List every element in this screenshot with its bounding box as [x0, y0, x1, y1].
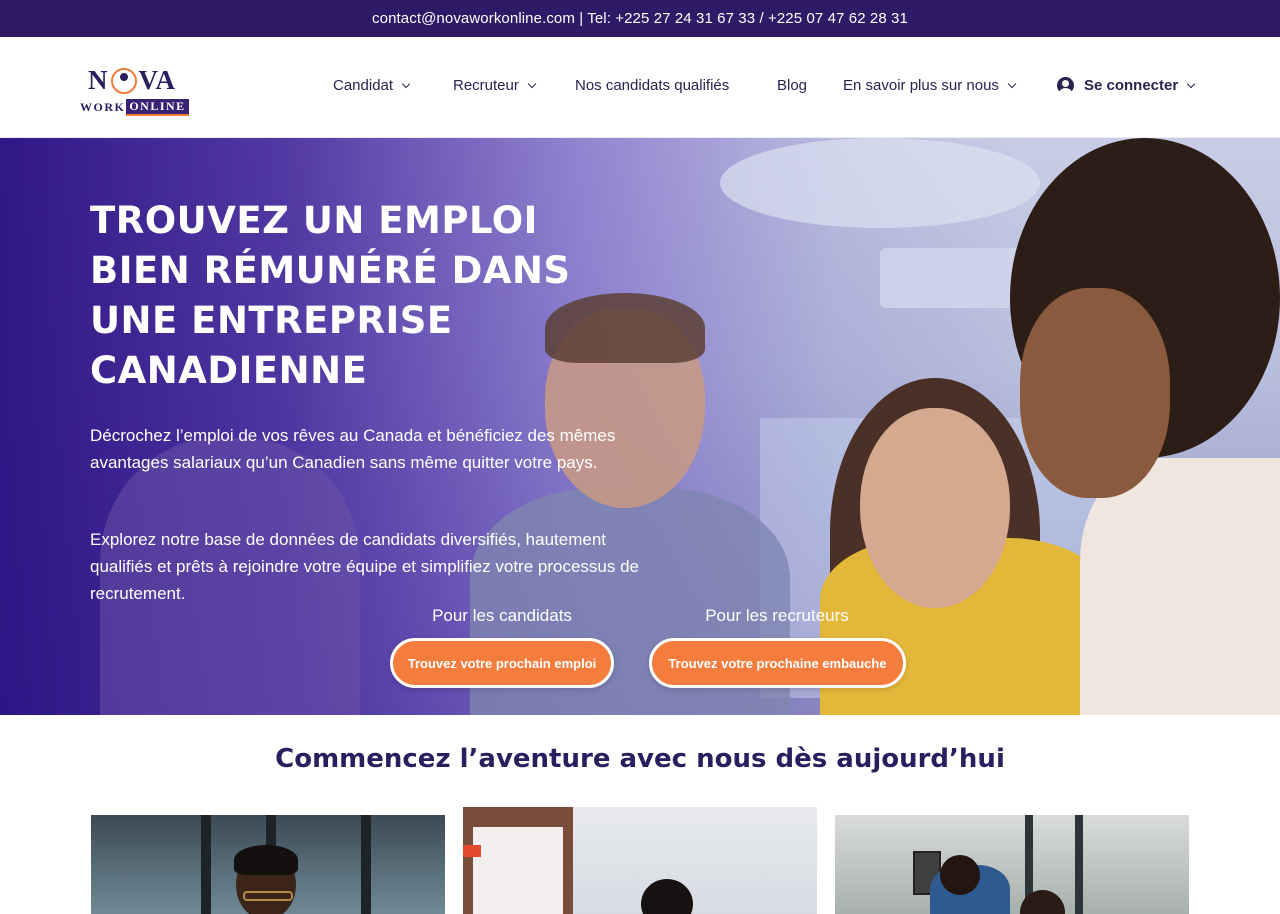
logo-letter-n: N — [88, 65, 109, 95]
hero-photo-ceiling-lamp — [720, 138, 1040, 228]
chevron-down-icon — [401, 79, 411, 88]
logo-subline: WORK ONLINE — [80, 99, 189, 116]
nav-candidat-label: Candidat — [333, 77, 394, 94]
contact-info: contact@novaworkonline.com | Tel: +225 2… — [372, 10, 908, 27]
nav-candidat[interactable]: Candidat — [333, 77, 411, 94]
hero-paragraph-candidates: Décrochez l’emploi de vos rêves au Canad… — [90, 426, 616, 472]
card-image-recruiter[interactable] — [463, 807, 817, 914]
nav-about[interactable]: En savoir plus sur nous — [843, 77, 1017, 94]
nav-blog-label: Blog — [777, 77, 808, 94]
login-button[interactable]: Se connecter — [1057, 77, 1196, 94]
nav-recruteur[interactable]: Recruteur — [453, 77, 537, 94]
cta-recruiters-label: Pour les recruteurs — [705, 606, 849, 625]
chevron-down-icon — [1007, 79, 1017, 88]
login-label: Se connecter — [1084, 77, 1179, 94]
section-title: Commencez l’aventure avec nous dès aujou… — [275, 744, 1005, 774]
card3-window-frame — [1075, 815, 1083, 914]
card-image-candidate[interactable] — [91, 815, 445, 914]
logo-letters-va: VA — [138, 65, 177, 95]
hero-title: TROUVEZ UN EMPLOI BIEN RÉMUNÉRÉ DANS UNE… — [90, 199, 571, 392]
card1-person-hair — [234, 845, 298, 875]
nav-candidats-qualifies-label: Nos candidats qualifiés — [575, 77, 730, 94]
card-image-team[interactable] — [835, 815, 1189, 914]
find-hire-button[interactable]: Trouvez votre prochaine embauche — [649, 638, 906, 688]
hero-photo-woman-face — [860, 408, 1010, 608]
user-circle-icon — [1057, 77, 1074, 94]
logo-online: ONLINE — [126, 99, 189, 116]
card1-window-frame — [361, 815, 371, 914]
cta-candidates-label: Pour les candidats — [432, 606, 572, 625]
card2-person-head — [641, 879, 693, 914]
card3-person-head — [940, 855, 980, 895]
site-header: N VA WORK ONLINE Candidat Recruteur Nos c… — [0, 37, 1280, 138]
card1-window-frame — [201, 815, 211, 914]
nav-recruteur-label: Recruteur — [453, 77, 519, 94]
chevron-down-icon — [527, 79, 537, 88]
card2-door-panel — [473, 827, 563, 914]
logo[interactable]: N VA WORK ONLINE — [80, 59, 195, 117]
card2-sign — [463, 845, 481, 857]
hero-content: TROUVEZ UN EMPLOI BIEN RÉMUNÉRÉ DANS UNE… — [90, 196, 650, 603]
logo-wordmark: N VA — [88, 65, 176, 96]
nav-blog[interactable]: Blog — [777, 77, 807, 94]
card1-glasses — [243, 891, 293, 901]
nav-about-label: En savoir plus sur nous — [843, 77, 999, 94]
hero-banner: TROUVEZ UN EMPLOI BIEN RÉMUNÉRÉ DANS UNE… — [0, 138, 1280, 715]
nav-candidats-qualifies[interactable]: Nos candidats qualifiés — [575, 77, 729, 94]
logo-person-icon — [110, 68, 137, 94]
logo-work: WORK — [80, 100, 126, 114]
contact-bar: contact@novaworkonline.com | Tel: +225 2… — [0, 0, 1280, 37]
hero-paragraph-recruiters: Explorez notre base de données de candid… — [90, 530, 640, 603]
find-job-button[interactable]: Trouvez votre prochain emploi — [390, 638, 614, 688]
chevron-down-icon — [1186, 79, 1196, 88]
hero-photo-right-person-face — [1020, 288, 1170, 498]
